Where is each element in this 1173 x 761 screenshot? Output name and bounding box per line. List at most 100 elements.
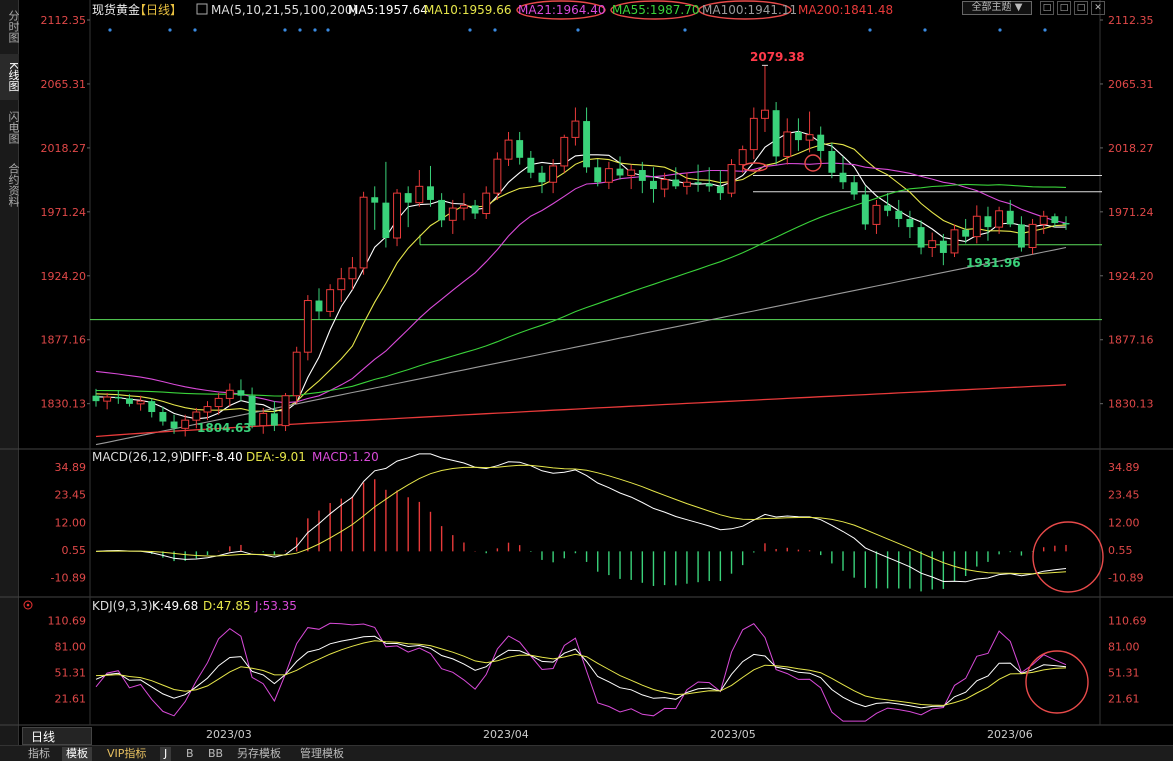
candle-body-down	[694, 182, 702, 184]
candle-body-down	[114, 397, 122, 399]
candle-body-down	[861, 194, 869, 225]
candle-body-up	[103, 396, 112, 402]
bottom-tab-bb[interactable]: BB	[204, 747, 227, 761]
ma100-line	[95, 246, 1067, 446]
signal-dot	[923, 28, 927, 32]
kdj-tick-right: 81.00	[1108, 640, 1140, 653]
ma200-value: MA200:1841.48	[798, 3, 893, 17]
kdj-k: K:49.68	[152, 599, 198, 613]
candle-body-down	[716, 186, 724, 194]
candle-body-down	[427, 186, 434, 200]
candle-body-down	[170, 421, 178, 429]
candle-body-down	[1062, 223, 1070, 225]
macd-tick-right: 0.55	[1108, 544, 1133, 557]
macd-tick-left: 12.00	[55, 516, 87, 529]
candle-body-up	[214, 397, 223, 408]
ma5-line	[95, 130, 1066, 420]
candle-body-down	[315, 300, 323, 312]
candle-body-down	[772, 110, 780, 157]
macd-dea: DEA:-9.01	[246, 450, 306, 464]
price-tick-right: 1877.16	[1108, 334, 1154, 347]
candle-body-up	[727, 164, 736, 194]
candle-body-down	[92, 395, 100, 402]
macd-value: MACD:1.20	[312, 450, 379, 464]
signal-dot	[576, 28, 580, 32]
signal-dot	[683, 28, 687, 32]
candle-body-up	[326, 289, 335, 312]
kdj-label: KDJ(9,3,3)	[92, 599, 153, 613]
price-tick-left: 2065.31	[41, 78, 87, 91]
bottom-tab-save-template[interactable]: 另存模板	[233, 747, 285, 761]
macd-tick-right: 34.89	[1108, 461, 1140, 474]
candle-body-down	[672, 179, 680, 187]
candle-body-down	[270, 413, 278, 426]
candle-body-up	[783, 131, 792, 157]
theme-select[interactable]: 全部主题 ▼	[962, 1, 1032, 15]
signal-dot	[326, 28, 330, 32]
candle-body-up	[348, 267, 357, 280]
kdj-tick-right: 51.31	[1108, 667, 1140, 680]
candle-body-up	[950, 229, 959, 254]
kdj-tick-left: 81.00	[55, 640, 87, 653]
bottom-tab-manage-template[interactable]: 管理模板	[296, 747, 348, 761]
candle-body-down	[371, 197, 379, 203]
signal-dot	[493, 28, 497, 32]
candle-body-down	[794, 131, 802, 141]
candle-body-up	[972, 215, 981, 238]
kdj-tick-right: 21.61	[1108, 693, 1140, 706]
kdj-j: J:53.35	[254, 599, 297, 613]
mid-low-annotation: 1931.96	[966, 256, 1021, 270]
candle-body-up	[560, 136, 569, 167]
candle-body-up	[872, 204, 881, 225]
ma-params-label: MA(5,10,21,55,100,200)	[211, 3, 357, 17]
candle-body-up	[604, 168, 613, 183]
candle-body-up	[482, 192, 491, 215]
candle-body-up	[660, 179, 669, 190]
macd-tick-right: 12.00	[1108, 516, 1140, 529]
signal-dot	[468, 28, 472, 32]
candle-body-down	[616, 168, 624, 176]
candle-body-down	[594, 167, 602, 183]
candle-body-up	[192, 411, 201, 421]
price-tick-right: 2065.31	[1108, 78, 1154, 91]
candle-body-up	[571, 120, 580, 138]
annotation-circle-macd	[1032, 521, 1104, 593]
bottom-tab-indicator[interactable]: 指标	[24, 747, 54, 761]
price-tick-right: 1830.13	[1108, 398, 1154, 411]
bottom-tab-j[interactable]: J	[160, 747, 172, 761]
macd-tick-left: 23.45	[55, 489, 87, 502]
price-tick-left: 1830.13	[41, 398, 87, 411]
kdj-tick-left: 21.61	[55, 693, 87, 706]
bottom-tab-b[interactable]: B	[182, 747, 198, 761]
candle-body-up	[225, 389, 234, 399]
signal-dot	[1043, 28, 1047, 32]
candle-body-down	[382, 202, 390, 238]
macd-tick-right: -10.89	[1108, 572, 1143, 585]
candle-body-up	[995, 210, 1004, 228]
kdj-tick-left: 110.69	[48, 614, 87, 627]
candle-body-up	[337, 278, 346, 291]
close-button[interactable]: ✕	[1091, 1, 1105, 15]
bottom-tab-vip[interactable]: VIP指标	[103, 747, 150, 761]
kdj-tick-left: 51.31	[55, 667, 87, 680]
window-button-3[interactable]: □	[1074, 1, 1088, 15]
high-annotation: 2079.38	[750, 50, 805, 64]
window-button-1[interactable]: □	[1040, 1, 1054, 15]
candle-body-down	[650, 180, 657, 190]
ma100-value: MA100:1941.11	[702, 3, 797, 17]
period-tab[interactable]: 日线	[22, 727, 92, 745]
candle-body-up	[738, 149, 747, 166]
price-tick-right: 1924.20	[1108, 270, 1154, 283]
signal-dot	[168, 28, 172, 32]
bottom-tab-template[interactable]: 模板	[62, 747, 92, 761]
candle-body-down	[125, 398, 133, 404]
candle-body-up	[448, 207, 457, 221]
candle-body-down	[884, 205, 892, 211]
price-chart[interactable]: 2112.35 2112.35 2065.31 2065.31 2018.27 2018.…	[0, 0, 1173, 745]
ma-toggle-icon[interactable]	[196, 3, 208, 15]
candle-body-up	[359, 196, 368, 269]
window-button-2[interactable]: □	[1057, 1, 1071, 15]
ma21-value: MA21:1964.40	[518, 3, 606, 17]
candle-body-down	[917, 227, 925, 248]
candle-body-down	[516, 140, 524, 158]
